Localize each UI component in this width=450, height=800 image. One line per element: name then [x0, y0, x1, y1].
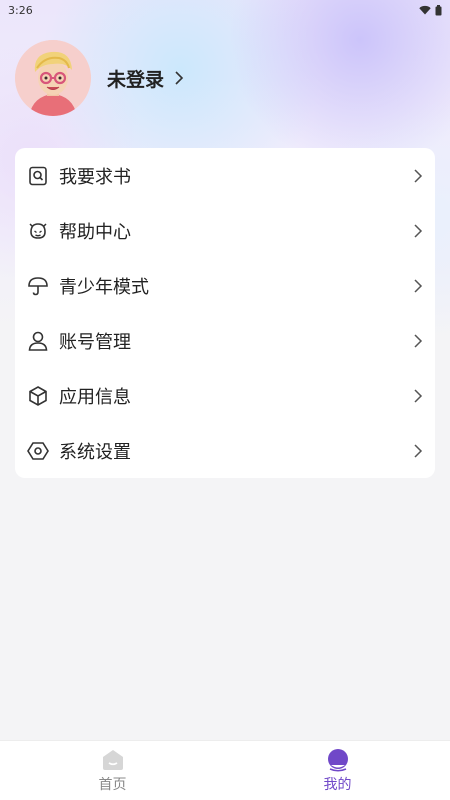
bottom-tab-bar: 首页 我的: [0, 740, 450, 800]
tab-label: 我的: [323, 776, 352, 793]
menu-item-app-info[interactable]: 应用信息: [15, 368, 435, 423]
chevron-right-icon: [411, 223, 425, 238]
chevron-right-icon: [411, 388, 425, 403]
user-icon: [27, 330, 49, 352]
menu-card: 我要求书 帮助中心 青少年模式 账号管理 应用信息 系统设置: [15, 148, 435, 478]
home-icon: [102, 749, 123, 770]
box-icon: [27, 385, 49, 407]
menu-item-label: 应用信息: [59, 386, 131, 408]
status-time: 3:26: [8, 3, 33, 17]
menu-item-account-management[interactable]: 账号管理: [15, 313, 435, 368]
chevron-right-icon: [411, 333, 425, 348]
menu-item-help-center[interactable]: 帮助中心: [15, 203, 435, 258]
profile-icon: [327, 748, 348, 772]
status-bar: 3:26: [0, 0, 450, 20]
chevron-right-icon: [411, 443, 425, 458]
status-icons: [419, 4, 442, 16]
avatar[interactable]: [15, 40, 91, 116]
login-status-text[interactable]: 未登录: [107, 65, 164, 92]
menu-item-label: 系统设置: [59, 441, 131, 463]
menu-item-request-book[interactable]: 我要求书: [15, 148, 435, 203]
profile-header[interactable]: 未登录: [15, 40, 184, 116]
menu-item-label: 账号管理: [59, 331, 131, 353]
menu-item-teen-mode[interactable]: 青少年模式: [15, 258, 435, 313]
chevron-right-icon: [411, 278, 425, 293]
menu-item-system-settings[interactable]: 系统设置: [15, 423, 435, 478]
wifi-icon: [419, 5, 431, 15]
tab-home[interactable]: 首页: [0, 741, 225, 800]
settings-hex-icon: [27, 440, 49, 462]
battery-icon: [435, 4, 442, 15]
chevron-right-icon: [411, 168, 425, 183]
menu-item-label: 帮助中心: [59, 221, 131, 243]
menu-item-label: 青少年模式: [59, 276, 149, 298]
help-bot-icon: [27, 220, 49, 242]
umbrella-icon: [27, 275, 49, 297]
tab-mine[interactable]: 我的: [225, 741, 450, 800]
tab-label: 首页: [98, 776, 127, 793]
chevron-right-icon[interactable]: [174, 71, 184, 85]
book-search-icon: [27, 165, 49, 187]
cartoon-avatar-image: [15, 40, 91, 116]
menu-item-label: 我要求书: [59, 166, 131, 188]
